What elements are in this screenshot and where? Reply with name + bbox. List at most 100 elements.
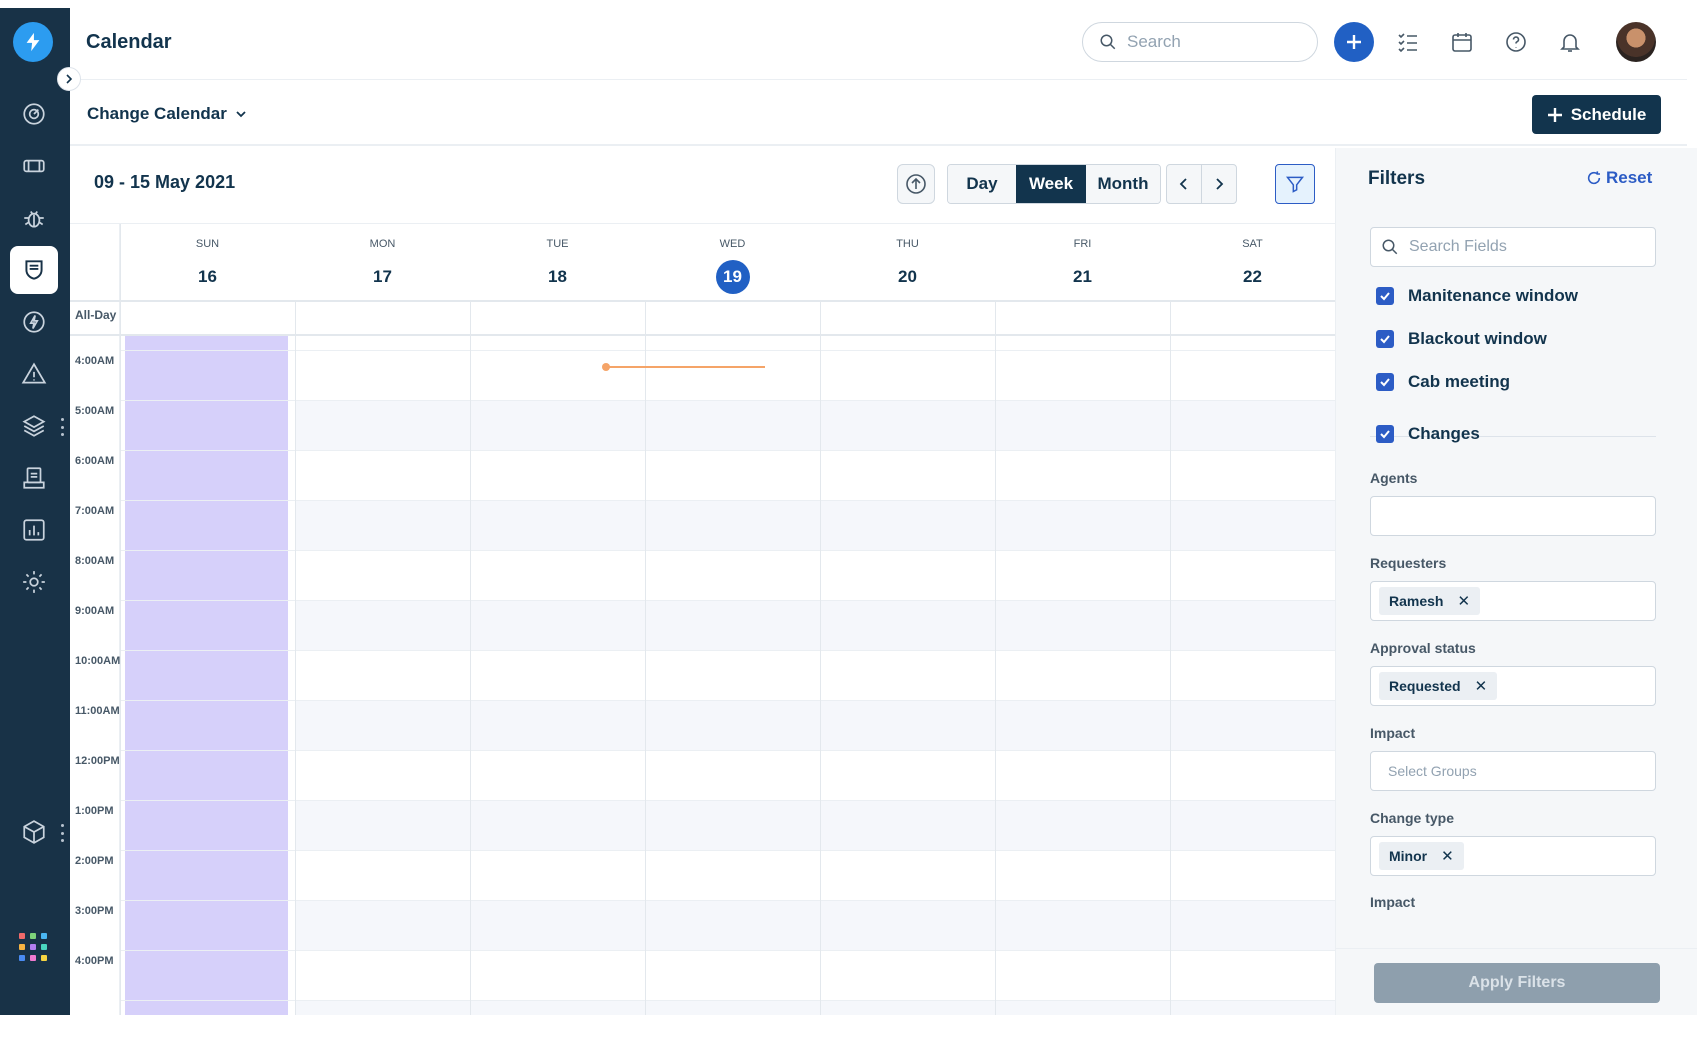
all-day-row[interactable] bbox=[70, 300, 1335, 336]
calendar-icon[interactable] bbox=[1442, 22, 1482, 62]
plus-icon bbox=[1347, 35, 1361, 49]
checkbox-cab-meeting[interactable]: Cab meeting bbox=[1376, 372, 1510, 392]
tab-week[interactable]: Week bbox=[1016, 165, 1086, 203]
hour-band bbox=[295, 800, 1335, 850]
tab-day[interactable]: Day bbox=[948, 165, 1016, 203]
global-search-input[interactable]: Search bbox=[1082, 22, 1318, 62]
day-header[interactable]: WED 19 bbox=[645, 224, 820, 300]
search-fields-input[interactable]: Search Fields bbox=[1370, 227, 1656, 267]
checkbox-label: Blackout window bbox=[1408, 329, 1547, 348]
refresh-icon bbox=[1587, 171, 1601, 185]
checkbox-checked[interactable] bbox=[1376, 287, 1394, 305]
requesters-field[interactable]: Ramesh ✕ bbox=[1370, 581, 1656, 621]
calendar-selector[interactable]: Change Calendar bbox=[87, 104, 247, 124]
filters-title: Filters bbox=[1368, 168, 1426, 189]
solutions-icon[interactable] bbox=[10, 454, 58, 502]
user-avatar[interactable] bbox=[1616, 22, 1656, 62]
reset-label: Reset bbox=[1606, 168, 1653, 187]
agents-label: Agents bbox=[1370, 470, 1418, 486]
impact-field[interactable]: Select Groups bbox=[1370, 751, 1656, 791]
checkbox-checked[interactable] bbox=[1376, 373, 1394, 391]
chevron-down-icon bbox=[236, 111, 246, 118]
checkbox-label: Manitenance window bbox=[1408, 286, 1579, 305]
box-icon[interactable] bbox=[10, 808, 58, 856]
remove-chip-icon[interactable]: ✕ bbox=[1457, 592, 1470, 610]
checkbox-checked[interactable] bbox=[1376, 330, 1394, 348]
change-type-field[interactable]: Minor ✕ bbox=[1370, 836, 1656, 876]
requester-chip: Ramesh ✕ bbox=[1379, 587, 1481, 615]
day-header[interactable]: SUN 16 bbox=[120, 224, 295, 300]
tab-month[interactable]: Month bbox=[1086, 165, 1160, 203]
hour-label: 1:00PM bbox=[75, 805, 114, 817]
chevron-right-icon bbox=[66, 74, 73, 84]
sidebar-collapse-button[interactable] bbox=[57, 67, 81, 91]
impact-label: Impact bbox=[1370, 725, 1416, 741]
hour-label: 10:00AM bbox=[75, 655, 121, 667]
bell-icon[interactable] bbox=[1550, 22, 1590, 62]
day-header[interactable]: THU 20 bbox=[820, 224, 995, 300]
new-item-button[interactable] bbox=[1334, 22, 1374, 62]
plus-icon bbox=[1547, 107, 1562, 122]
date-range: 09 - 15 May 2021 bbox=[94, 172, 236, 192]
approval-status-field[interactable]: Requested ✕ bbox=[1370, 666, 1656, 706]
checkbox-maintenance-window[interactable]: Manitenance window bbox=[1376, 286, 1578, 306]
hour-label: 3:00PM bbox=[75, 905, 114, 917]
sunday-blackout-block[interactable] bbox=[125, 336, 288, 1015]
day-of-week: THU bbox=[896, 238, 919, 250]
hour-label: 6:00AM bbox=[75, 455, 115, 467]
time-gutter bbox=[70, 224, 120, 1015]
hour-band bbox=[295, 900, 1335, 950]
prev-week-button[interactable] bbox=[1166, 164, 1202, 204]
chip-label: Minor bbox=[1389, 848, 1428, 864]
calendar-toolbar: 09 - 15 May 2021 Day Week Month bbox=[70, 148, 1335, 224]
day-number: 17 bbox=[373, 267, 392, 286]
export-button[interactable] bbox=[897, 164, 935, 204]
hour-label: 9:00AM bbox=[75, 605, 115, 617]
hour-band bbox=[295, 700, 1335, 750]
checkbox-blackout-window[interactable]: Blackout window bbox=[1376, 329, 1547, 349]
more-dots-icon-2[interactable] bbox=[60, 824, 64, 842]
checkbox-checked[interactable] bbox=[1376, 425, 1394, 443]
next-week-button[interactable] bbox=[1201, 164, 1237, 204]
changes-icon[interactable] bbox=[10, 246, 58, 294]
reset-button[interactable]: Reset bbox=[1586, 168, 1652, 188]
approval-status-label: Approval status bbox=[1370, 640, 1476, 656]
help-icon[interactable] bbox=[1496, 22, 1536, 62]
day-header[interactable]: TUE 18 bbox=[470, 224, 645, 300]
dashboard-icon[interactable] bbox=[10, 90, 58, 138]
app-logo[interactable] bbox=[13, 22, 53, 62]
remove-chip-icon[interactable]: ✕ bbox=[1441, 847, 1454, 865]
hour-band bbox=[295, 400, 1335, 450]
check-icon bbox=[1380, 335, 1390, 344]
apply-filters-button[interactable]: Apply Filters bbox=[1374, 963, 1660, 1003]
checkbox-changes[interactable]: Changes bbox=[1376, 424, 1480, 444]
bug-icon[interactable] bbox=[10, 194, 58, 242]
more-dots-icon[interactable] bbox=[60, 418, 64, 436]
day-number: 22 bbox=[1243, 267, 1262, 286]
reports-icon[interactable] bbox=[10, 506, 58, 554]
change-type-label: Change type bbox=[1370, 810, 1455, 826]
apps-grid-icon[interactable] bbox=[19, 933, 47, 961]
hour-label: 12:00PM bbox=[75, 755, 120, 767]
day-header[interactable]: FRI 21 bbox=[995, 224, 1170, 300]
day-header[interactable]: MON 17 bbox=[295, 224, 470, 300]
layers-icon[interactable] bbox=[10, 402, 58, 450]
releases-icon[interactable] bbox=[10, 298, 58, 346]
chip-label: Ramesh bbox=[1389, 593, 1444, 609]
upload-icon bbox=[906, 174, 926, 194]
hour-label: 2:00PM bbox=[75, 855, 114, 867]
day-of-week: SUN bbox=[195, 238, 220, 250]
remove-chip-icon[interactable]: ✕ bbox=[1475, 677, 1488, 695]
todo-list-icon[interactable] bbox=[1388, 22, 1428, 62]
hour-label: 5:00AM bbox=[75, 405, 115, 417]
filter-toggle-button[interactable] bbox=[1275, 164, 1315, 204]
agents-field[interactable] bbox=[1370, 496, 1656, 536]
problems-icon[interactable] bbox=[10, 350, 58, 398]
day-number: 21 bbox=[1073, 267, 1092, 286]
settings-icon[interactable] bbox=[10, 558, 58, 606]
schedule-button[interactable]: Schedule bbox=[1532, 95, 1661, 134]
tickets-icon[interactable] bbox=[10, 142, 58, 190]
sub-header: Change Calendar Schedule bbox=[70, 80, 1687, 146]
day-header[interactable]: SAT 22 bbox=[1170, 224, 1335, 300]
current-time-indicator bbox=[605, 366, 765, 368]
